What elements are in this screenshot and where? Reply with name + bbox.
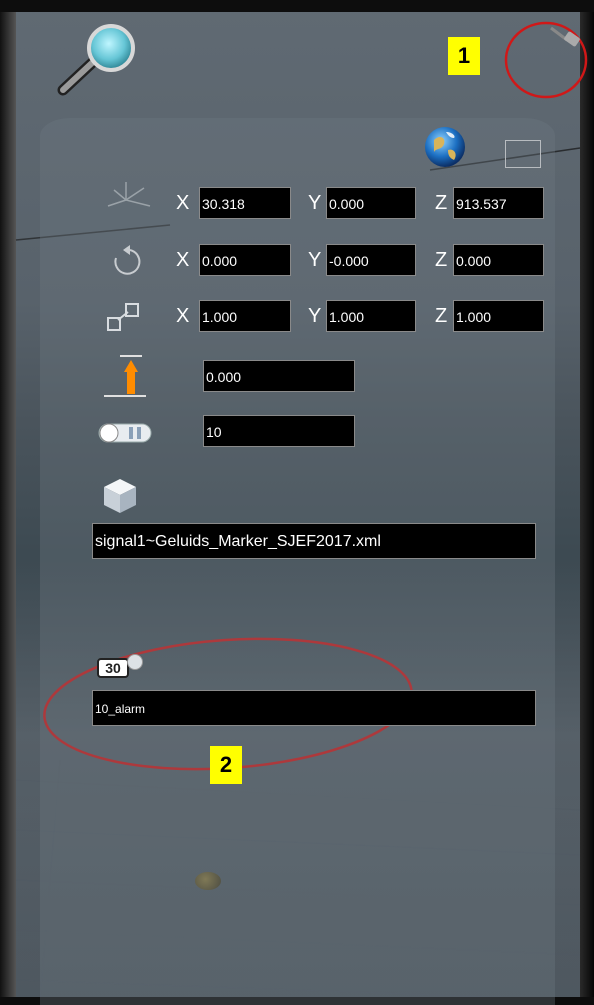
pin-icon[interactable] xyxy=(545,22,583,52)
position-y-label: Y xyxy=(308,192,322,214)
position-x-label: X xyxy=(176,192,190,214)
magnifier-icon[interactable] xyxy=(55,20,155,100)
rotation-x-input[interactable]: 0.000 xyxy=(199,244,291,276)
height-input[interactable]: 0.000 xyxy=(203,360,355,392)
rotation-z-label: Z xyxy=(435,249,448,271)
rotation-y-label: Y xyxy=(308,249,322,271)
options-checkbox[interactable] xyxy=(505,140,541,168)
scale-z-input[interactable]: 1.000 xyxy=(453,300,544,332)
scale-icon xyxy=(104,300,150,336)
scale-y-label: Y xyxy=(308,305,322,327)
height-arrow-icon xyxy=(100,352,150,400)
position-x-input[interactable]: 30.318 xyxy=(199,187,291,219)
position-y-input[interactable]: 0.000 xyxy=(326,187,416,219)
position-z-input[interactable]: 913.537 xyxy=(453,187,544,219)
counter-input[interactable]: 10 xyxy=(203,415,355,447)
rotation-x-label: X xyxy=(176,249,190,271)
axes-icon xyxy=(100,178,156,218)
object-file-input[interactable]: signal1~Geluids_Marker_SJEF2017.xml xyxy=(92,523,536,559)
toggle-icon xyxy=(97,420,153,446)
speed-sign-text: 30 xyxy=(105,660,121,676)
globe-icon[interactable] xyxy=(424,126,466,168)
annotation-badge-1: 1 xyxy=(448,37,480,75)
sound-input[interactable]: 10_alarm xyxy=(92,690,536,726)
scale-z-label: Z xyxy=(435,305,448,327)
position-z-label: Z xyxy=(435,192,448,214)
speed-sign-icon: 30 xyxy=(97,654,145,680)
scale-x-label: X xyxy=(176,305,190,327)
scale-y-input[interactable]: 1.000 xyxy=(326,300,416,332)
rotation-y-input[interactable]: -0.000 xyxy=(326,244,416,276)
annotation-badge-2: 2 xyxy=(210,746,242,784)
scale-x-input[interactable]: 1.000 xyxy=(199,300,291,332)
cube-icon xyxy=(100,475,140,515)
rotate-icon xyxy=(104,244,150,280)
rotation-z-input[interactable]: 0.000 xyxy=(453,244,544,276)
